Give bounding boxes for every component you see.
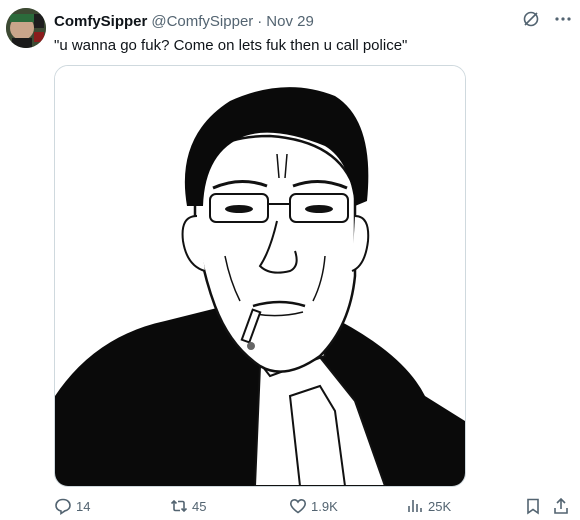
tweet-media[interactable] — [54, 65, 466, 487]
user-handle[interactable]: @ComfySipper — [151, 13, 253, 30]
header-actions — [522, 10, 572, 33]
tweet-image — [55, 66, 465, 486]
reply-icon — [54, 497, 72, 515]
repost-count: 45 — [192, 498, 207, 514]
like-icon — [289, 497, 307, 515]
tweet-text: "u wanna go fuk? Come on lets fuk then u… — [54, 37, 408, 54]
tweet-actions: 14 45 1.9K 25K — [54, 497, 570, 519]
tweet-header: ComfySipper @ComfySipper · Nov 29 — [54, 11, 570, 31]
like-button[interactable]: 1.9K — [289, 497, 338, 515]
tweet-date[interactable]: Nov 29 — [266, 13, 314, 30]
views-icon — [406, 497, 424, 515]
bookmark-button[interactable] — [524, 497, 542, 515]
share-icon — [552, 497, 570, 515]
bookmark-icon — [524, 497, 542, 515]
reply-button[interactable]: 14 — [54, 497, 90, 515]
avatar[interactable] — [6, 8, 46, 48]
views-button[interactable]: 25K — [406, 497, 451, 515]
display-name[interactable]: ComfySipper — [54, 13, 147, 30]
separator-dot: · — [257, 12, 263, 30]
avatar-image — [6, 8, 46, 48]
grok-icon[interactable] — [522, 10, 540, 33]
views-count: 25K — [428, 498, 452, 514]
more-icon[interactable] — [554, 10, 572, 33]
share-button[interactable] — [552, 497, 570, 515]
repost-button[interactable]: 45 — [170, 497, 206, 515]
repost-icon — [170, 497, 188, 515]
like-count: 1.9K — [311, 498, 338, 514]
reply-count: 14 — [76, 498, 91, 514]
